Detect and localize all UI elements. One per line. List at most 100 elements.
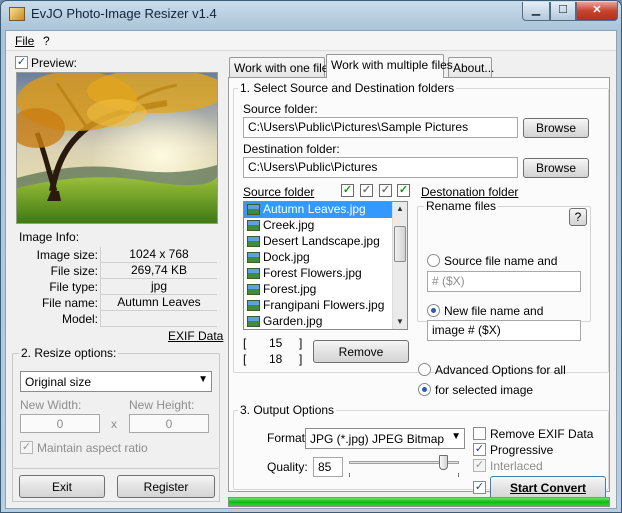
- tab-about[interactable]: About...: [448, 57, 494, 77]
- section1-label: 1. Select Source and Destination folders: [238, 81, 457, 95]
- advanced-all-label: Advanced Options for all: [435, 363, 566, 377]
- new-pattern-input[interactable]: image # ($X): [427, 320, 581, 341]
- progressive-label: Progressive: [490, 443, 554, 457]
- slider-thumb[interactable]: [439, 455, 448, 470]
- browse-label: Browse: [535, 161, 576, 175]
- interlaced-label: Interlaced: [490, 459, 543, 473]
- file-list[interactable]: Autumn Leaves.jpg Creek.jpg Desert Lands…: [243, 201, 408, 330]
- browse-label: Browse: [535, 121, 576, 135]
- times-sign: x: [111, 417, 117, 431]
- tab-multiple-files[interactable]: Work with multiple files: [326, 54, 453, 78]
- info-key: File type:: [49, 280, 98, 294]
- progressive-checkbox[interactable]: ✓: [473, 443, 486, 456]
- chevron-down-icon: ▼: [451, 431, 461, 442]
- file-name: Forest Flowers.jpg: [263, 266, 362, 280]
- minimize-button[interactable]: ▁: [522, 2, 550, 21]
- quality-slider[interactable]: [349, 455, 459, 479]
- autumn-tree-picture: [17, 73, 217, 223]
- advanced-selected-radio[interactable]: [418, 383, 431, 396]
- scroll-down-icon[interactable]: ▼: [393, 315, 407, 329]
- check-none-icon[interactable]: ✓: [360, 184, 373, 197]
- list-item[interactable]: Desert Landscape.jpg: [244, 234, 407, 250]
- source-folder-input[interactable]: C:\Users\Public\Pictures\Sample Pictures: [243, 117, 518, 138]
- info-row-file-size: File size: 269,74 KB: [12, 263, 222, 279]
- file-name: Creek.jpg: [263, 218, 315, 232]
- bracket-close: ]: [299, 352, 303, 366]
- list-item[interactable]: Dock.jpg: [244, 250, 407, 266]
- check-all-icon[interactable]: ✓: [341, 184, 354, 197]
- browse-source-button[interactable]: Browse: [523, 118, 589, 138]
- list-item[interactable]: Forest Flowers.jpg: [244, 266, 407, 282]
- advanced-all-radio[interactable]: [418, 363, 431, 376]
- scroll-up-icon[interactable]: ▲: [393, 202, 407, 216]
- file-name: Garden.jpg: [263, 314, 323, 328]
- interlaced-checkbox[interactable]: ✓: [473, 459, 486, 472]
- exit-button[interactable]: Exit: [19, 475, 105, 498]
- client-area: File ? ✓ Preview: Image Info: Image size…: [5, 30, 617, 511]
- list-item[interactable]: Forest.jpg: [244, 282, 407, 298]
- new-height-input[interactable]: 0: [129, 414, 209, 433]
- register-button-label: Register: [143, 479, 189, 494]
- list-item[interactable]: Garden.jpg: [244, 314, 407, 329]
- exif-data-link[interactable]: EXIF Data: [168, 329, 223, 343]
- preview-label: Preview:: [31, 56, 78, 70]
- check-selected-icon[interactable]: ✓: [397, 184, 410, 197]
- list-item[interactable]: Frangipani Flowers.jpg: [244, 298, 407, 314]
- start-convert-label: Start Convert: [509, 481, 586, 495]
- menu-help[interactable]: ?: [43, 34, 50, 48]
- rename-source-radio[interactable]: [427, 254, 440, 267]
- list-item[interactable]: Autumn Leaves.jpg: [244, 202, 407, 218]
- remove-button[interactable]: Remove: [313, 340, 409, 363]
- start-convert-checkbox[interactable]: ✓: [473, 481, 486, 494]
- close-button[interactable]: ✕: [576, 2, 618, 21]
- image-file-icon: [247, 316, 260, 327]
- rename-new-radio[interactable]: [427, 304, 440, 317]
- bracket-open: [: [243, 352, 247, 366]
- image-info-table: Image size: 1024 x 768 File size: 269,74…: [12, 247, 220, 331]
- conversion-progress: [228, 497, 610, 507]
- chevron-down-icon: ▼: [198, 374, 208, 385]
- register-button[interactable]: Register: [117, 475, 215, 498]
- maintain-aspect-checkbox[interactable]: ✓: [20, 441, 33, 454]
- image-file-icon: [247, 236, 260, 247]
- menu-file[interactable]: File: [15, 34, 34, 48]
- info-row-image-size: Image size: 1024 x 768: [12, 247, 222, 263]
- source-pattern-input[interactable]: # ($X): [427, 271, 581, 292]
- preview-checkbox[interactable]: ✓: [15, 56, 28, 69]
- list-item[interactable]: Creek.jpg: [244, 218, 407, 234]
- destination-folder-input[interactable]: C:\Users\Public\Pictures: [243, 157, 518, 178]
- maintain-aspect-label: Maintain aspect ratio: [37, 441, 148, 455]
- check-invert-icon[interactable]: ✓: [379, 184, 392, 197]
- file-list-scrollbar[interactable]: ▲ ▼: [392, 202, 407, 329]
- new-height-label: New Height:: [129, 398, 195, 412]
- multiple-files-panel: 1. Select Source and Destination folders…: [228, 77, 610, 500]
- new-width-input[interactable]: 0: [20, 414, 100, 433]
- file-name: Frangipani Flowers.jpg: [263, 298, 385, 312]
- destination-folder-link[interactable]: Destonation folder: [421, 185, 518, 199]
- remove-exif-checkbox[interactable]: [473, 427, 486, 440]
- image-file-icon: [247, 300, 260, 311]
- advanced-selected-label: for selected image: [435, 383, 534, 397]
- maximize-button[interactable]: ☐: [550, 2, 576, 21]
- file-name: Forest.jpg: [263, 282, 317, 296]
- resize-mode-value: Original size: [25, 375, 92, 389]
- quality-input[interactable]: 85: [313, 457, 343, 477]
- browse-destination-button[interactable]: Browse: [523, 158, 589, 178]
- help-label: ?: [574, 210, 582, 224]
- resize-mode-select[interactable]: Original size ▼: [20, 371, 212, 392]
- info-row-file-type: File type: jpg: [12, 279, 222, 295]
- quality-label: Quality:: [267, 460, 308, 474]
- file-name: Dock.jpg: [263, 250, 310, 264]
- selected-count: 15: [269, 336, 283, 350]
- format-select[interactable]: JPG (*.jpg) JPEG Bitmap ▼: [305, 428, 465, 449]
- scroll-thumb[interactable]: [394, 226, 406, 262]
- window-title: EvJO Photo-Image Resizer v1.4: [31, 6, 217, 21]
- tab-one-file[interactable]: Work with one file: [229, 57, 328, 77]
- remove-exif-label: Remove EXIF Data: [490, 427, 594, 441]
- title-bar[interactable]: EvJO Photo-Image Resizer v1.4 ▁ ☐ ✕: [1, 1, 621, 28]
- file-name: Autumn Leaves.jpg: [263, 202, 366, 216]
- remove-button-label: Remove: [338, 344, 384, 359]
- rename-help-button[interactable]: ?: [569, 208, 587, 226]
- source-folder-link[interactable]: Source folder: [243, 185, 314, 199]
- app-icon: [9, 7, 25, 21]
